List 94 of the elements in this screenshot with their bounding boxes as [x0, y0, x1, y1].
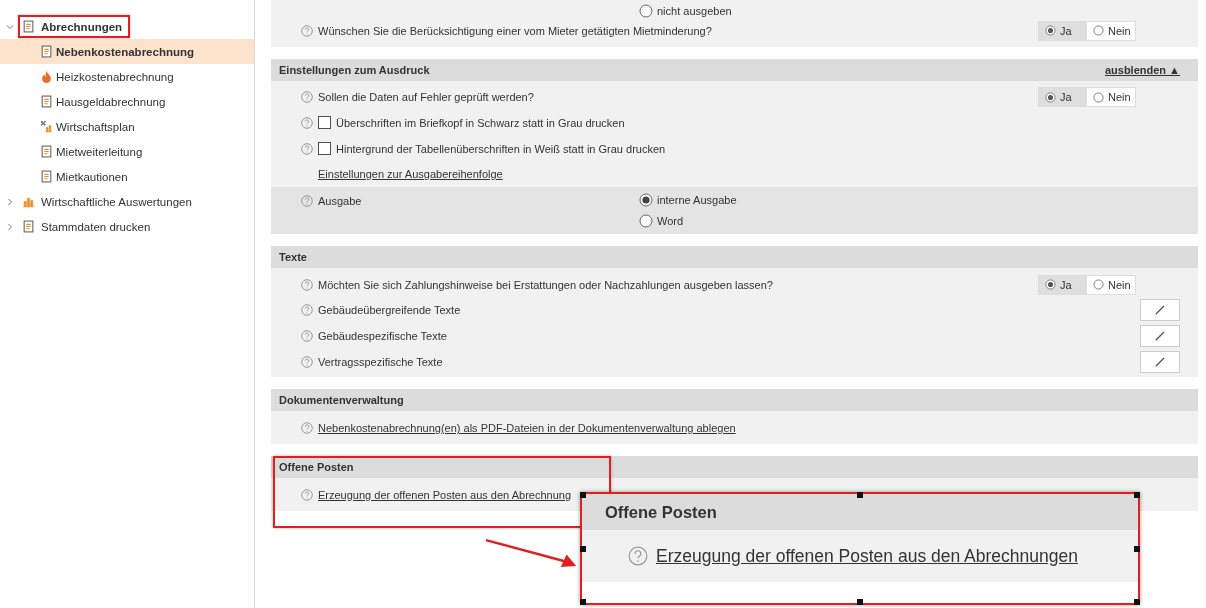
tree-label: Stammdaten drucken — [41, 220, 151, 233]
document-icon — [22, 20, 35, 33]
setting-label: Vertragsspezifische Texte — [318, 355, 443, 368]
chevron-icon[interactable] — [6, 222, 14, 231]
help-icon[interactable] — [301, 194, 313, 207]
resize-handle[interactable] — [580, 492, 586, 498]
help-icon[interactable] — [301, 329, 313, 342]
tree-label: Heizkostenabrechnung — [56, 70, 174, 83]
toggle-option[interactable]: Ja — [1039, 88, 1087, 107]
resize-handle[interactable] — [1134, 599, 1140, 605]
option-label: Ausgabe — [318, 194, 362, 207]
section-title: Offene Posten — [279, 460, 354, 473]
checkbox[interactable] — [318, 142, 331, 156]
help-icon[interactable] — [301, 24, 313, 37]
setting-label: Hintergrund der Tabellenüberschriften in Weiß statt in Grau drucken — [336, 142, 666, 155]
tree-label: Wirtschaftsplan — [56, 120, 135, 133]
radio-button[interactable] — [1045, 25, 1056, 37]
resize-handle[interactable] — [857, 599, 863, 605]
toggle-option[interactable]: Ja — [1039, 21, 1087, 40]
tree-item[interactable]: Mietkautionen — [0, 164, 254, 189]
tree-item[interactable]: Wirtschaftliche Auswertungen — [0, 189, 254, 214]
tree-item[interactable]: Mietweiterleitung — [0, 139, 254, 164]
help-icon[interactable] — [301, 488, 313, 501]
tree-item[interactable]: Hausgeldabrechnung — [0, 89, 254, 114]
edit-button[interactable] — [1140, 350, 1180, 373]
document-icon — [40, 95, 53, 108]
document-icon — [40, 145, 53, 158]
resize-handle[interactable] — [580, 546, 586, 552]
percent-chart-icon — [40, 120, 53, 133]
radio-button[interactable] — [1093, 91, 1104, 103]
radio-option[interactable]: interne Ausgabe — [639, 192, 737, 207]
tree-item[interactable]: Abrechnungen — [0, 14, 254, 39]
radio-button[interactable] — [639, 4, 653, 18]
settings-link[interactable]: Nebenkostenabrechnung(en) als PDF-Dateien in der Dokumentenverwaltung ablegen — [318, 422, 736, 435]
toggle-option[interactable]: Nein — [1087, 21, 1135, 40]
radio-button[interactable] — [639, 213, 653, 228]
radio-button[interactable] — [639, 192, 653, 207]
section-title: Dokumentenverwaltung — [279, 394, 404, 407]
pencil-icon — [1154, 355, 1166, 368]
help-icon[interactable] — [301, 278, 313, 291]
checkbox[interactable] — [318, 116, 331, 130]
setting-label: Wünschen Sie die Berücksichtigung einer vom Mieter getätigten Mietminderung? — [318, 24, 712, 37]
help-icon[interactable] — [628, 546, 648, 566]
settings-link[interactable]: Erzeugung der offenen Posten aus den Abrechnung — [318, 488, 571, 501]
edit-button[interactable] — [1140, 324, 1180, 347]
tree-item[interactable]: Nebenkostenabrechnung — [0, 39, 254, 64]
tree-label: Abrechnungen — [41, 20, 123, 33]
help-icon[interactable] — [301, 91, 313, 104]
settings-link[interactable]: Einstellungen zur Ausgabereihenfolge — [318, 168, 503, 181]
toggle-option[interactable]: Ja — [1039, 275, 1087, 294]
resize-handle[interactable] — [857, 492, 863, 498]
bar-chart-icon — [22, 195, 35, 208]
tree-label: Mietweiterleitung — [56, 145, 143, 158]
help-icon[interactable] — [301, 304, 313, 317]
pencil-icon — [1154, 304, 1166, 317]
section-title: Einstellungen zum Ausdruck — [279, 63, 430, 76]
tree-label: Wirtschaftliche Auswertungen — [41, 195, 192, 208]
radio-option[interactable]: nicht ausgeben — [639, 4, 732, 18]
document-icon — [40, 170, 53, 183]
radio-button[interactable] — [1045, 91, 1056, 103]
chevron-icon[interactable] — [6, 197, 14, 206]
tree-label: Nebenkostenabrechnung — [56, 45, 195, 58]
document-icon — [22, 220, 35, 233]
resize-handle[interactable] — [1134, 546, 1140, 552]
radio-button[interactable] — [1045, 279, 1056, 291]
setting-label: Gebäudeübergreifende Texte — [318, 304, 461, 317]
help-icon[interactable] — [301, 142, 313, 155]
tree-item[interactable]: Stammdaten drucken — [0, 214, 254, 239]
tree-label: Hausgeldabrechnung — [56, 95, 166, 108]
section-title: Texte — [279, 250, 307, 263]
pencil-icon — [1154, 329, 1166, 342]
resize-handle[interactable] — [580, 599, 586, 605]
radio-button[interactable] — [1093, 25, 1104, 37]
section-title: Offene Posten — [605, 502, 717, 522]
chevron-icon[interactable] — [6, 22, 14, 31]
tree-item[interactable]: Heizkostenabrechnung — [0, 64, 254, 89]
setting-label: Überschriften im Briefkopf in Schwarz statt in Grau drucken — [336, 117, 625, 129]
help-icon[interactable] — [301, 355, 313, 368]
radio-button[interactable] — [1093, 279, 1104, 291]
setting-label: Sollen die Daten auf Fehler geprüft werden? — [318, 91, 534, 104]
setting-label: Möchten Sie sich Zahlungshinweise bei Erstattungen oder Nachzahlungen ausgeben lassen? — [318, 278, 773, 291]
toggle-option[interactable]: Nein — [1087, 275, 1135, 294]
resize-handle[interactable] — [1134, 492, 1140, 498]
toggle-option[interactable]: Nein — [1087, 88, 1135, 107]
document-icon — [40, 45, 53, 58]
help-icon[interactable] — [301, 422, 313, 435]
help-icon[interactable] — [301, 117, 313, 129]
radio-option[interactable]: Word — [639, 213, 737, 228]
flame-icon — [40, 70, 53, 83]
setting-label: Gebäudespezifische Texte — [318, 329, 447, 342]
tree-label: Mietkautionen — [56, 170, 128, 183]
hide-link[interactable]: ausblenden ▲ — [1104, 63, 1180, 76]
tree-item[interactable]: Wirtschaftsplan — [0, 114, 254, 139]
edit-button[interactable] — [1140, 299, 1180, 322]
